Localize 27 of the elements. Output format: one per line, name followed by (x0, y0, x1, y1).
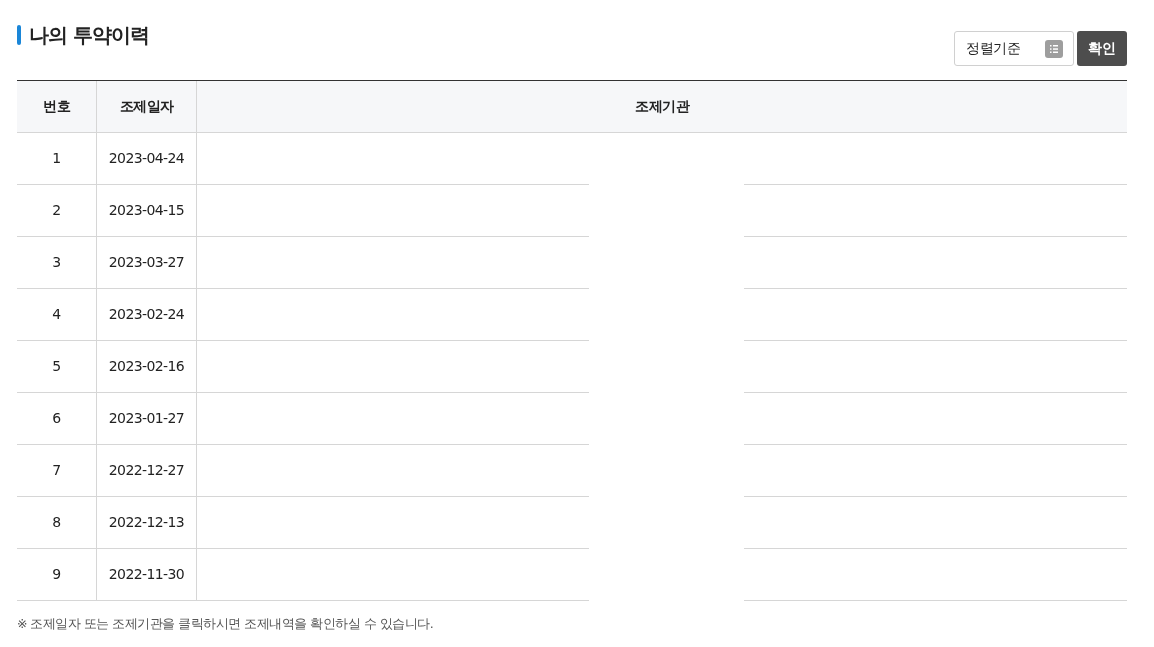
table-cell: 6 (17, 393, 97, 445)
title-accent-bar (17, 25, 21, 45)
table-cell: 2 (17, 185, 97, 237)
column-header: 번호 (17, 81, 97, 132)
date-link[interactable]: 2023-01-27 (97, 393, 197, 445)
sort-select[interactable]: 정렬기준 (954, 31, 1074, 66)
date-link[interactable]: 2023-04-24 (97, 133, 197, 185)
date-link[interactable]: 2022-11-30 (97, 549, 197, 601)
page-title: 나의 투약이력 (29, 22, 149, 48)
date-link[interactable]: 2023-04-15 (97, 185, 197, 237)
column-header: 조제일자 (97, 81, 197, 132)
table-cell: 8 (17, 497, 97, 549)
confirm-button[interactable]: 확인 (1077, 31, 1127, 66)
table-cell: 7 (17, 445, 97, 497)
column-header: 조제기관 (634, 97, 691, 116)
date-link[interactable]: 2023-03-27 (97, 237, 197, 289)
date-link[interactable]: 2023-02-16 (97, 341, 197, 393)
table-cell: 1 (17, 133, 97, 185)
table-cell: 4 (17, 289, 97, 341)
date-link[interactable]: 2022-12-13 (97, 497, 197, 549)
list-icon (1045, 39, 1063, 58)
table-cell: 5 (17, 341, 97, 393)
table-cell: 9 (17, 549, 97, 601)
table-cell: 3 (17, 237, 97, 289)
date-link[interactable]: 2023-02-24 (97, 289, 197, 341)
help-note: ※ 조제일자 또는 조제기관을 클릭하시면 조제내역을 확인하실 수 있습니다. (17, 615, 435, 633)
date-link[interactable]: 2022-12-27 (97, 445, 197, 497)
